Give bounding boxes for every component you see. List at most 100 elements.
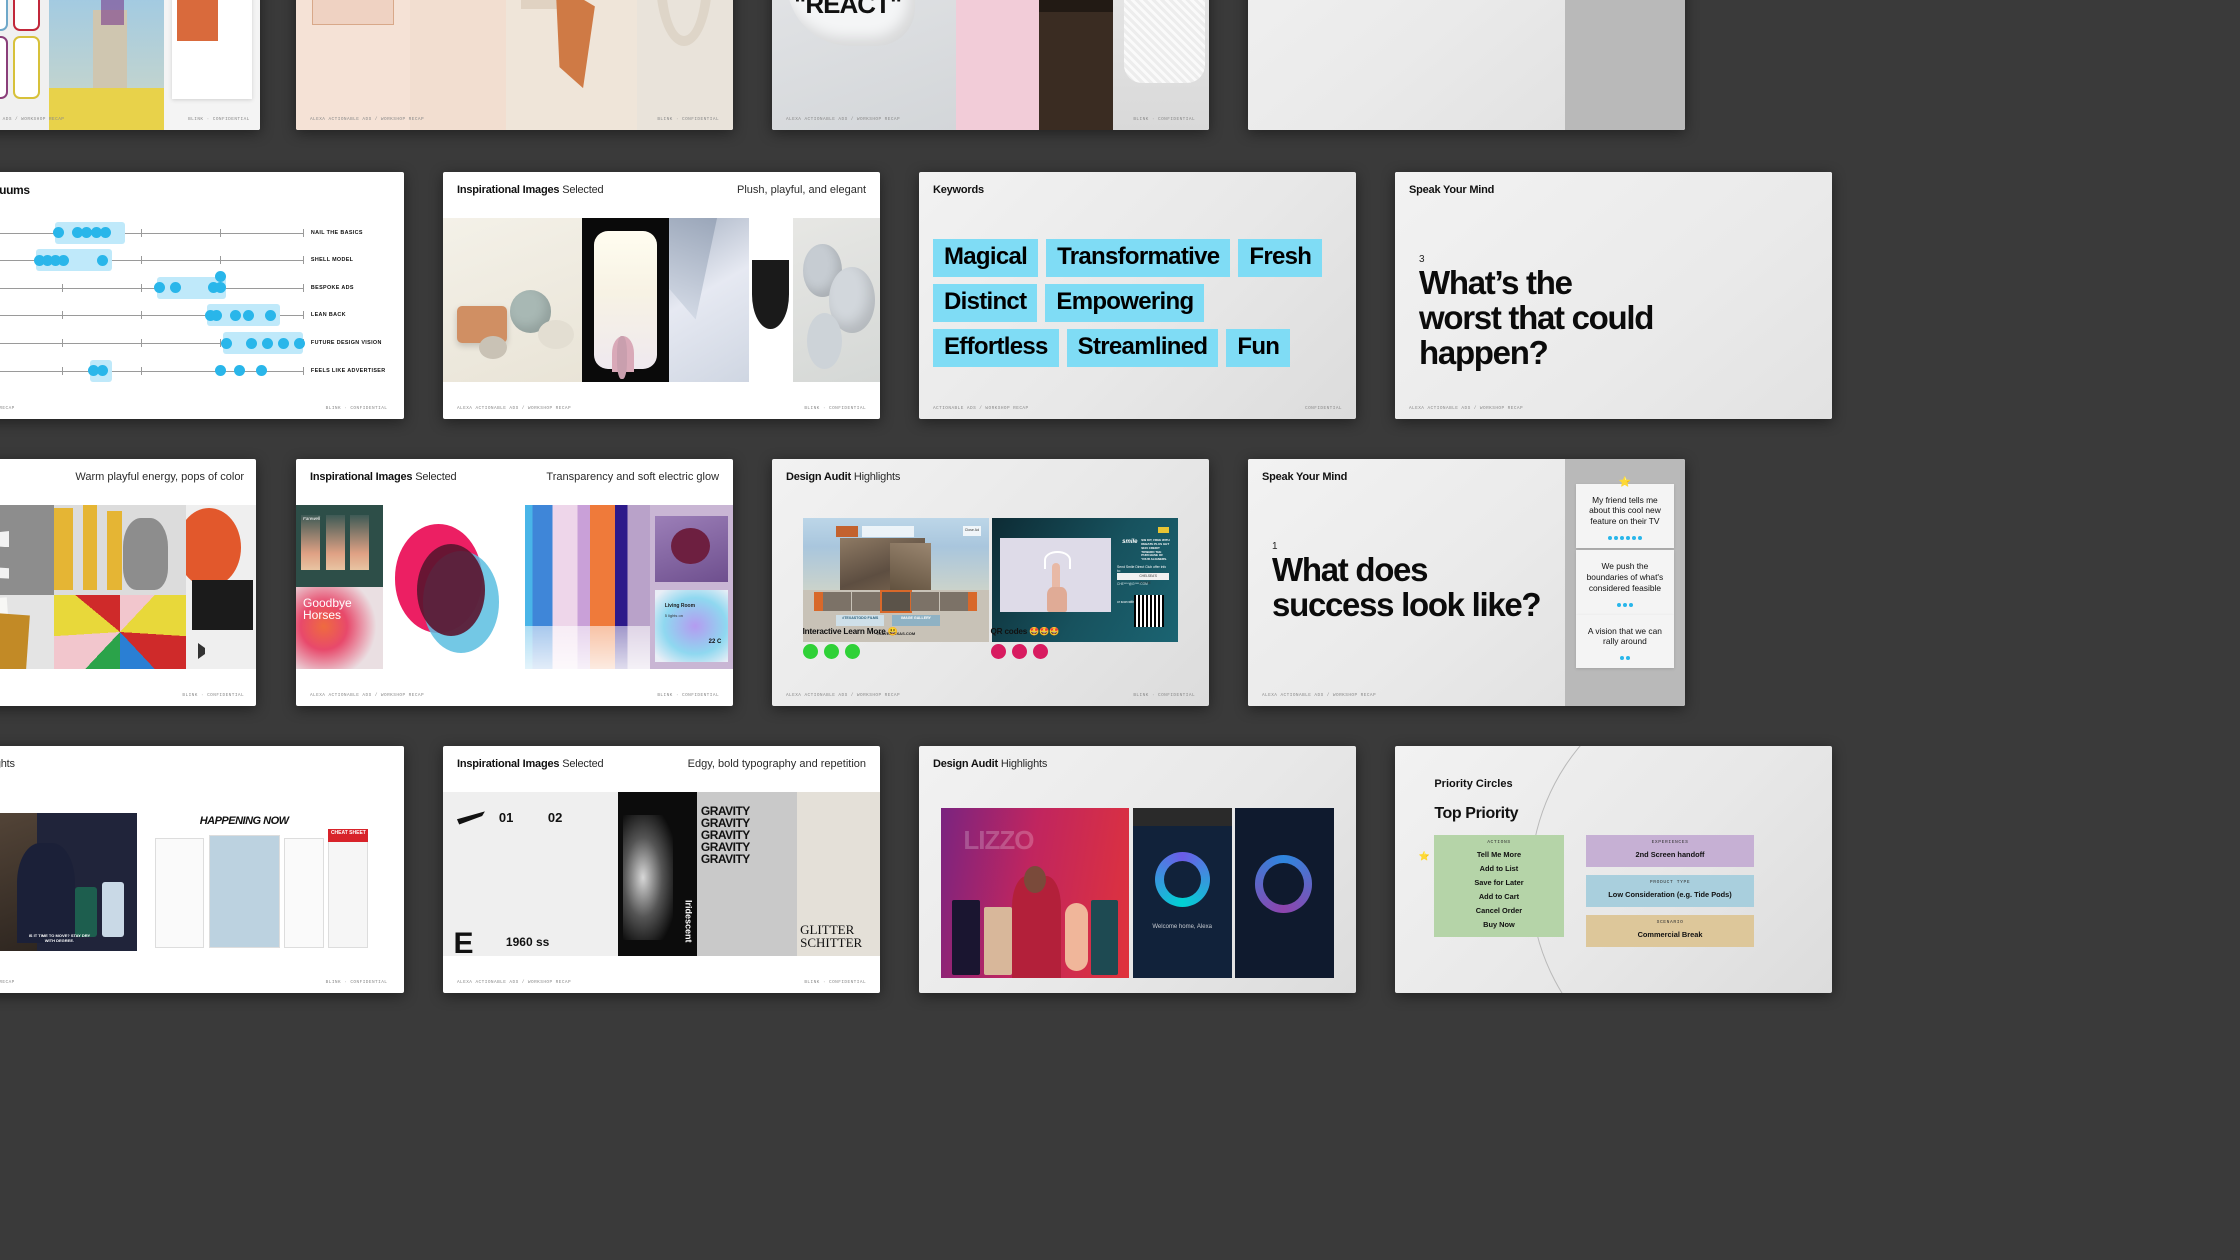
axis-tick — [141, 339, 142, 347]
films-button[interactable]: #TEXASTODO FILMS — [836, 615, 884, 626]
footer-left: ALEXA ACTIONABLE ADS / WORKSHOP RECAP — [310, 693, 424, 698]
image-label: Living Room — [665, 603, 695, 609]
image-tile: GRAVITYGRAVITYGRAVITYGRAVITYGRAVITY — [697, 792, 797, 956]
title-light: Highlights — [854, 471, 900, 483]
slide-inspirational-transparency[interactable]: Inspirational Images Selected Transparen… — [296, 459, 733, 706]
ad-headline: IS IT TIME TO MOVE? STAY DRY WITH DEGREE… — [26, 933, 93, 943]
sticky-note[interactable]: We push the boundaries of what's conside… — [1576, 550, 1674, 614]
continuum-row: LEAN FORWARDLEAN BACK — [0, 302, 404, 330]
slide-keywords[interactable]: Keywords MagicalTransformativeFresh Disti… — [919, 172, 1356, 419]
priority-card-actions[interactable]: ACTIONS Tell Me MoreAdd to ListSave for … — [1434, 835, 1563, 937]
image-tile: 01 02 E 1960 ss — [443, 792, 618, 956]
image-gallery-button[interactable]: IMAGE GALLERY — [892, 615, 940, 626]
keyword-chip[interactable]: Fun — [1226, 329, 1290, 367]
footer-right: CONFIDENTIAL — [1305, 406, 1342, 411]
slide-footer: ALEXA ACTIONABLE ADS / WORKSHOP RECAP BL… — [0, 117, 250, 122]
sticky-note[interactable]: ⭐ My friend tells me about this cool new… — [1576, 484, 1674, 548]
vote-dot[interactable] — [246, 338, 257, 349]
slide-experience-continuums[interactable]: Experience Continuums UNEXPECTED EXPERIE… — [0, 172, 404, 419]
slide-thumbnail-row1-b[interactable]: ALEXA ACTIONABLE ADS / WORKSHOP RECAP BL… — [296, 0, 733, 130]
slide-design-audit-qr[interactable]: Design Audit Highlights Close Ad #TEXAST… — [772, 459, 1209, 706]
vote-dot[interactable] — [234, 365, 245, 376]
priority-item[interactable]: Add to Cart — [1440, 892, 1557, 901]
keyword-chip[interactable]: Distinct — [933, 284, 1037, 322]
close-ad-button[interactable]: Close Ad — [963, 526, 982, 536]
vote-dot[interactable] — [278, 338, 289, 349]
priority-item[interactable]: Save for Later — [1440, 878, 1557, 887]
image-tile — [525, 505, 650, 669]
smile-copy: $49 KIT, FREE WITH REBATE PLUS GET $100 … — [1141, 539, 1171, 562]
axis-tick — [303, 229, 304, 237]
priority-item[interactable]: Tell Me More — [1440, 850, 1557, 859]
email-option[interactable]: CHE****@G****.COM — [1117, 582, 1165, 586]
vote-dot[interactable] — [294, 338, 305, 349]
continuum-track — [0, 219, 303, 247]
footer-right: BLINK · CONFIDENTIAL — [188, 117, 250, 122]
sticky-note[interactable]: A vision that we can rally around — [1576, 615, 1674, 669]
vote-dot[interactable] — [256, 365, 267, 376]
priority-card[interactable]: EXPERIENCES2nd Screen handoff — [1586, 835, 1753, 867]
vote-dot[interactable] — [221, 338, 232, 349]
footer-left: ALEXA ACTIONABLE ADS / WORKSHOP RECAP — [457, 406, 571, 411]
slide-inspirational-warm[interactable]: Warm playful energy, pops of color — [0, 459, 256, 706]
keyword-chip[interactable]: Transformative — [1046, 239, 1230, 277]
phone-option[interactable]: CHELSEA'S PHONE — [1117, 573, 1169, 580]
slide-thumbnail-hero-quote[interactable]: hero quote froma future user? God, they … — [1248, 0, 1685, 130]
keyword-chip[interactable]: Streamlined — [1067, 329, 1219, 367]
image-label: 01 — [499, 810, 513, 825]
slide-design-audit-music[interactable]: Design Audit Highlights LIZZO Welcome ho… — [919, 746, 1356, 993]
footer-left: ALEXA ACTIONABLE ADS / WORKSHOP RECAP — [0, 980, 15, 985]
priority-item[interactable]: Add to List — [1440, 864, 1557, 873]
vote-dot[interactable] — [215, 282, 226, 293]
continuum-row: AD EXPERIENCESHELL MODEL — [0, 247, 404, 275]
vote-dot[interactable] — [215, 365, 226, 376]
slide-inspirational-edgy[interactable]: Inspirational Images Selected Edgy, bold… — [443, 746, 880, 993]
title-bold: Inspirational Images — [457, 758, 559, 770]
slide-grid-canvas: ALEXA ACTIONABLE ADS / WORKSHOP RECAP BL… — [0, 0, 2240, 1260]
priority-item[interactable]: Buy Now — [1440, 920, 1557, 929]
footer-left: ALEXA ACTIONABLE ADS / WORKSHOP RECAP — [0, 117, 64, 122]
slide-inspirational-plush[interactable]: Inspirational Images Selected Plush, pla… — [443, 172, 880, 419]
keyword-chip[interactable]: Effortless — [933, 329, 1059, 367]
vote-dot[interactable] — [215, 271, 226, 282]
slide-header: Design Audit Highlights — [0, 746, 404, 782]
image-tile: Living Room 5 lights on 22 C — [650, 505, 733, 669]
priority-card[interactable]: PRODUCT TYPELow Consideration (e.g. Tide… — [1586, 875, 1753, 907]
slide-thumbnail-row1-c[interactable]: "REACT" ALEXA ACTIONABLE ADS / WORKSHOP … — [772, 0, 1209, 130]
hero-quote-left-panel — [1248, 0, 1565, 130]
section-heading: Top Priority — [1434, 805, 1518, 823]
priority-item[interactable]: Commercial Break — [1592, 930, 1747, 939]
axis-tick — [303, 256, 304, 264]
slide-priority-circles[interactable]: Priority Circles Top Priority ⭐ ACTIONS … — [1395, 746, 1832, 993]
vote-dot[interactable] — [262, 338, 273, 349]
slide-footer: ALEXA ACTIONABLE ADS / WORKSHOP RECAP BL… — [457, 406, 866, 411]
priority-item[interactable]: 2nd Screen handoff — [1592, 850, 1747, 859]
slide-speak-your-mind-3[interactable]: Speak Your Mind 3 What’s the worst that … — [1395, 172, 1832, 419]
footer-left: ALEXA ACTIONABLE ADS / WORKSHOP RECAP — [457, 980, 571, 985]
audit-captions: Interactive Learn More 😃 QR codes 🤩🤩🤩 — [803, 627, 1179, 659]
priority-card[interactable]: SCENARIOCommercial Break — [1586, 915, 1753, 947]
image-tile — [54, 505, 186, 669]
ad-screenshot-welcome: Welcome home, Alexa — [1133, 808, 1232, 978]
slide-subtitle: Warm playful energy, pops of color — [75, 471, 244, 483]
vote-dot[interactable] — [53, 227, 64, 238]
keyword-chip[interactable]: Fresh — [1238, 239, 1322, 277]
smile-brand: smile — [1122, 539, 1137, 545]
audit-screenshots: IS IT TIME TO MOVE? STAY DRY WITH DEGREE… — [0, 813, 373, 951]
slide-speak-your-mind-1[interactable]: Speak Your Mind 1 What does success look… — [1248, 459, 1685, 706]
news-headline: HAPPENING NOW — [200, 815, 289, 827]
slide-footer: ALEXA ACTIONABLE ADS / WORKSHOP RECAP BL… — [310, 693, 719, 698]
keyword-chip[interactable]: Empowering — [1045, 284, 1204, 322]
continuum-track — [0, 274, 303, 302]
vote-dot[interactable] — [58, 255, 69, 266]
page-title: Speak Your Mind — [1409, 184, 1494, 196]
title-bold: Keywords — [933, 184, 984, 196]
footer-right: BLINK · CONFIDENTIAL — [657, 693, 719, 698]
ad-screenshot-degree: IS IT TIME TO MOVE? STAY DRY WITH DEGREE… — [0, 813, 137, 951]
slide-design-audit-news[interactable]: Design Audit Highlights IS IT TIME TO MO… — [0, 746, 404, 993]
keyword-chip[interactable]: Magical — [933, 239, 1038, 277]
vote-dot[interactable] — [97, 255, 108, 266]
slide-thumbnail-row1-a[interactable]: ALEXA ACTIONABLE ADS / WORKSHOP RECAP BL… — [0, 0, 260, 130]
priority-item[interactable]: Low Consideration (e.g. Tide Pods) — [1592, 890, 1747, 899]
priority-item[interactable]: Cancel Order — [1440, 906, 1557, 915]
